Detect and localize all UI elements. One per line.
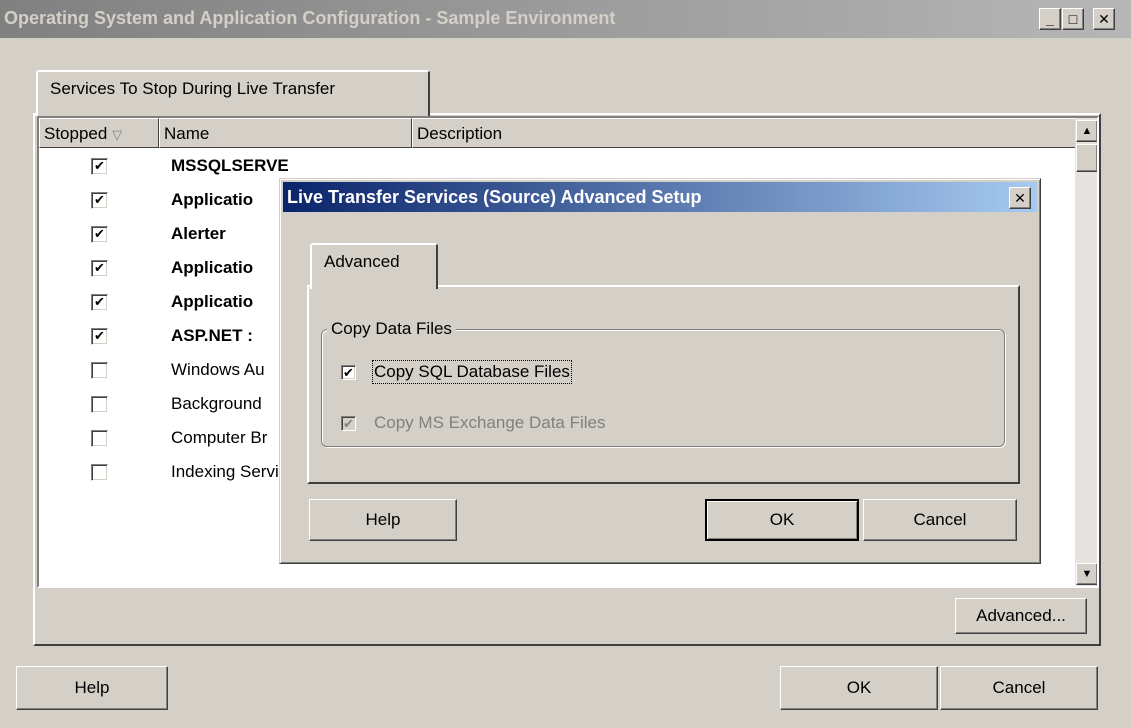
help-button-label: Help <box>74 678 110 697</box>
copy-sql-label[interactable]: Copy SQL Database Files <box>372 360 572 384</box>
dialog-ok-button[interactable]: OK <box>705 499 859 541</box>
dialog-titlebar: Live Transfer Services (Source) Advanced… <box>283 182 1037 212</box>
window-title: Operating System and Application Configu… <box>4 8 616 28</box>
cancel-button-label: Cancel <box>992 678 1046 697</box>
row-service-name: Computer Br <box>171 428 268 447</box>
row-stopped-checkbox[interactable] <box>91 362 108 379</box>
minimize-button[interactable]: _ <box>1039 8 1061 30</box>
row-stopped-checkbox[interactable] <box>91 396 108 413</box>
scroll-down-button[interactable]: ▼ <box>1076 563 1097 585</box>
advanced-setup-dialog: Live Transfer Services (Source) Advanced… <box>279 178 1041 564</box>
column-description-label: Description <box>417 124 503 143</box>
ok-button[interactable]: OK <box>780 666 938 710</box>
dialog-help-label: Help <box>365 510 401 529</box>
copy-sql-checkbox[interactable]: ✔ <box>341 365 356 380</box>
row-stopped-checkbox[interactable]: ✔ <box>91 294 108 311</box>
dialog-cancel-button[interactable]: Cancel <box>863 499 1017 541</box>
tab-services-label: Services To Stop During Live Transfer <box>50 79 336 98</box>
row-service-name: Alerter <box>171 224 226 243</box>
dialog-cancel-label: Cancel <box>913 510 967 529</box>
advanced-button[interactable]: Advanced... <box>955 598 1087 634</box>
close-button[interactable]: ✕ <box>1093 8 1115 30</box>
help-button[interactable]: Help <box>16 666 168 710</box>
dialog-tab-panel: Copy Data Files ✔ Copy SQL Database File… <box>307 285 1020 484</box>
row-service-name: MSSQLSERVER <box>171 156 289 175</box>
tab-services-to-stop[interactable]: Services To Stop During Live Transfer <box>36 70 430 116</box>
maximize-button[interactable]: □ <box>1062 8 1084 30</box>
column-header-description[interactable]: Description <box>412 118 1077 148</box>
row-service-name: Applicatio <box>171 292 254 311</box>
advanced-button-label: Advanced... <box>976 606 1066 625</box>
row-stopped-checkbox[interactable]: ✔ <box>91 328 108 345</box>
tab-advanced[interactable]: Advanced <box>310 243 438 289</box>
row-service-name: Applicatio <box>171 258 254 277</box>
dialog-ok-label: OK <box>769 510 795 529</box>
copy-exchange-label: Copy MS Exchange Data Files <box>374 413 606 432</box>
row-stopped-checkbox[interactable] <box>91 430 108 447</box>
row-stopped-checkbox[interactable]: ✔ <box>91 226 108 243</box>
column-name-label: Name <box>164 124 210 143</box>
sort-descending-icon: ▽ <box>112 127 123 142</box>
column-stopped-label: Stopped <box>44 124 108 143</box>
column-header-name[interactable]: Name <box>159 118 412 148</box>
dialog-help-button[interactable]: Help <box>309 499 457 541</box>
scroll-up-button[interactable]: ▲ <box>1076 120 1097 142</box>
window-titlebar: Operating System and Application Configu… <box>0 0 1131 38</box>
dialog-close-button[interactable]: ✕ <box>1009 187 1031 209</box>
row-service-name: Indexing Service <box>171 462 289 481</box>
cancel-button[interactable]: Cancel <box>940 666 1098 710</box>
row-stopped-checkbox[interactable]: ✔ <box>91 158 108 175</box>
row-stopped-checkbox[interactable]: ✔ <box>91 260 108 277</box>
row-stopped-checkbox[interactable] <box>91 464 108 481</box>
tab-advanced-label: Advanced <box>324 252 400 271</box>
row-service-name: Windows Au <box>171 360 265 379</box>
dialog-title: Live Transfer Services (Source) Advanced… <box>287 187 702 207</box>
column-header-stopped[interactable]: Stopped ▽ <box>39 118 159 148</box>
scrollbar-thumb[interactable] <box>1076 144 1097 172</box>
list-vertical-scrollbar[interactable]: ▲ ▼ <box>1075 118 1097 586</box>
row-stopped-checkbox[interactable]: ✔ <box>91 192 108 209</box>
row-service-name: Applicatio <box>171 190 254 209</box>
copy-data-files-group-label: Copy Data Files <box>327 319 456 339</box>
copy-exchange-checkbox: ✔ <box>341 416 356 431</box>
ok-button-label: OK <box>846 678 872 697</box>
row-service-name: ASP.NET : <box>171 326 253 345</box>
row-service-name: Background <box>171 394 262 413</box>
